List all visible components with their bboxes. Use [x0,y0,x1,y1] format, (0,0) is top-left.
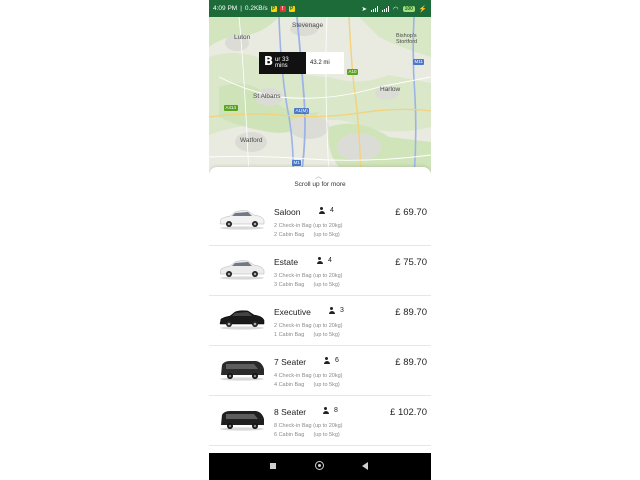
cabin-bag-allowance: 3 Cabin Bag (up to 5kg) [274,282,340,288]
status-speed: 0.2KB/s [244,5,268,12]
road-shield-m1: M1 [292,160,302,166]
vehicle-image [219,210,265,230]
person-icon [316,257,323,264]
battery-icon: 100 [402,5,415,12]
trip-duration-box: B ur 33 mins [259,52,306,74]
road-shield-a414: A414 [224,105,238,111]
vehicle-name: Estate [274,257,299,267]
road-shield-m11: M11 [413,59,425,65]
status-time: 4:09 PM [213,5,238,12]
cabin-bag-allowance: 4 Cabin Bag (up to 5kg) [274,382,340,388]
passenger-capacity: 6 [323,357,339,364]
person-icon [328,307,335,314]
vehicle-price: £ 89.70 [395,357,427,368]
vehicle-price: £ 69.70 [395,207,427,218]
charging-icon: ⚡ [418,5,427,13]
status-divider: | [240,5,242,12]
vehicle-sheet[interactable]: ︿ Scroll up for more Saloon 4 £ 69.70 2 … [209,167,431,453]
vehicle-image [219,260,265,280]
passenger-capacity: 3 [328,307,344,314]
back-button[interactable] [362,462,368,470]
trip-distance-box: 43.2 mi [306,52,344,74]
checkin-bag-allowance: 3 Check-in Bag (up to 20kg) [274,273,343,279]
scroll-hint-text: Scroll up for more [294,181,346,188]
vehicle-image [220,361,264,381]
vehicle-row-saloon[interactable]: Saloon 4 £ 69.70 2 Check-in Bag (up to 2… [209,196,431,246]
vehicle-name: 8 Seater [274,407,307,417]
recent-apps-button[interactable] [270,463,276,469]
location-icon: ➤ [361,5,367,13]
passenger-count: 6 [335,357,339,364]
vehicle-name: Saloon [274,207,301,217]
chevron-up-icon: ︿ [315,173,322,180]
parking-app-icon-2: P [288,5,295,12]
home-button[interactable] [315,461,324,470]
checkin-bag-allowance: 4 Check-in Bag (up to 20kg) [274,373,343,379]
passenger-capacity: 4 [318,207,334,214]
trip-duration: ur 33 mins [275,57,289,69]
cabin-bag-allowance: 2 Cabin Bag (up to 5kg) [274,232,340,238]
road-shield-a1m: A1(M) [294,108,310,114]
road-shield-a10: A10 [347,69,359,75]
place-label-watford: Watford [240,137,263,144]
vehicle-image [220,411,264,431]
route-map[interactable]: Stevenage Luton Bishop's Stortford Harlo… [209,17,431,177]
vehicle-row-8-seater[interactable]: 8 Seater 8 £ 102.70 8 Check-in Bag (up t… [209,396,431,446]
checkin-bag-allowance: 2 Check-in Bag (up to 20kg) [274,323,343,329]
place-label-st-albans: St Albans [253,93,281,100]
cabin-bag-allowance: 6 Cabin Bag (up to 5kg) [274,432,340,438]
vehicle-name: Executive [274,307,311,317]
vehicle-name: 7 Seater [274,357,307,367]
checkin-bag-allowance: 8 Check-in Bag (up to 20kg) [274,423,343,429]
status-bar: 4:09 PM | 0.2KB/s P ! P ➤ ◠ 100 ⚡ [209,0,431,17]
vehicle-image [219,310,265,330]
vehicle-price: £ 89.70 [395,307,427,318]
vehicle-price: £ 75.70 [395,257,427,268]
passenger-capacity: 4 [316,257,332,264]
place-label-stevenage: Stevenage [292,22,324,29]
vehicle-price: £ 102.70 [390,407,427,418]
person-icon [323,357,330,364]
place-label-bishops-stortford: Bishop's Stortford [396,33,418,45]
signal-icon-2 [381,5,389,12]
scroll-up-hint[interactable]: ︿ Scroll up for more [209,167,431,193]
passenger-count: 4 [328,257,332,264]
cabin-bag-allowance: 1 Cabin Bag (up to 5kg) [274,332,340,338]
vehicle-row-7-seater[interactable]: 7 Seater 6 £ 89.70 4 Check-in Bag (up to… [209,346,431,396]
trip-summary-tag[interactable]: B ur 33 mins 43.2 mi [259,52,344,74]
alert-app-icon: ! [279,5,286,12]
phone-screen: 4:09 PM | 0.2KB/s P ! P ➤ ◠ 100 ⚡ Steven… [209,0,431,480]
place-label-luton: Luton [234,34,251,41]
person-icon [322,407,329,414]
person-icon [318,207,325,214]
signal-icon [370,5,378,12]
passenger-count: 4 [330,207,334,214]
trip-distance: 43.2 mi [310,60,330,66]
passenger-count: 3 [340,307,344,314]
place-label-harlow: Harlow [380,86,401,93]
vehicle-list: Saloon 4 £ 69.70 2 Check-in Bag (up to 2… [209,196,431,446]
parking-app-icon: P [270,5,277,12]
vehicle-row-estate[interactable]: Estate 4 £ 75.70 3 Check-in Bag (up to 2… [209,246,431,296]
passenger-count: 8 [334,407,338,414]
passenger-capacity: 8 [322,407,338,414]
destination-marker-b: B [264,54,274,68]
checkin-bag-allowance: 2 Check-in Bag (up to 20kg) [274,223,343,229]
vehicle-row-executive[interactable]: Executive 3 £ 89.70 2 Check-in Bag (up t… [209,296,431,346]
wifi-icon: ◠ [392,5,399,13]
android-nav-bar [209,453,431,480]
